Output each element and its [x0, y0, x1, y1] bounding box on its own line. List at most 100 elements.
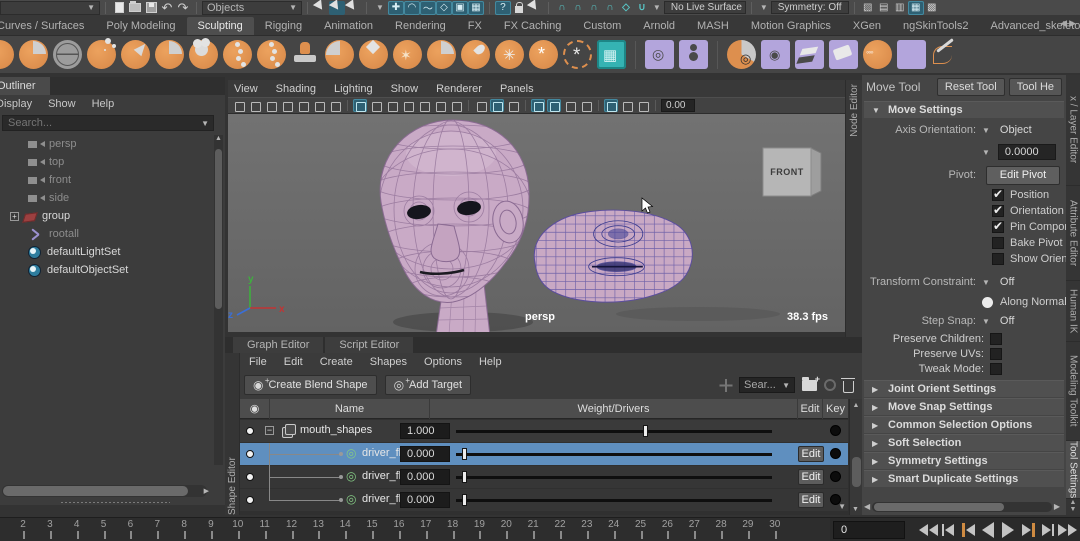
imprint-tool-icon[interactable] [291, 40, 320, 69]
edit-target-button[interactable]: Edit [798, 469, 824, 485]
reset-tool-button[interactable]: Reset Tool [936, 78, 1005, 96]
outliner-vertical-scrollbar[interactable]: ▲ [214, 135, 223, 465]
view-cube[interactable]: FRONT [762, 147, 822, 197]
textured-icon[interactable] [506, 99, 520, 112]
right-tab-tool-settings[interactable]: Tool Settings [1066, 441, 1080, 499]
bookmark-icon[interactable] [280, 99, 294, 112]
snap-curve-icon[interactable]: ∩ [570, 1, 586, 15]
expand-icon[interactable]: + [10, 211, 19, 221]
erase-target-icon[interactable] [829, 40, 858, 69]
weight-slider-track[interactable] [456, 499, 772, 502]
grid-icon[interactable] [353, 99, 367, 112]
frame-number[interactable]: 2 [12, 519, 34, 530]
weight-slider-handle[interactable] [462, 494, 468, 506]
scroll-up-icon[interactable]: ▲ [850, 399, 862, 409]
shape-editor-menu-file[interactable]: File [249, 356, 267, 368]
convert-to-frozen-icon[interactable] [597, 40, 626, 69]
frame-number[interactable]: 5 [93, 519, 115, 530]
step-forward-key-button[interactable] [1018, 520, 1038, 540]
shape-search-dropdown[interactable]: Sear... ▼ [739, 377, 795, 393]
wax-tool-icon[interactable] [325, 40, 354, 69]
frame-number[interactable]: 23 [576, 519, 598, 530]
weight-value-field[interactable]: 0.000 [400, 446, 450, 462]
weight-value-field[interactable]: 1.000 [400, 423, 450, 439]
sculpt-tool-icon[interactable] [0, 40, 14, 69]
scrollbar-thumb[interactable] [852, 457, 861, 487]
frame-number[interactable]: 4 [66, 519, 88, 530]
visibility-column-header[interactable]: ◉ [240, 398, 270, 419]
shelf-tab-rendering[interactable]: Rendering [384, 17, 457, 35]
shelf-tab-mash[interactable]: MASH [686, 17, 740, 35]
material-override-icon[interactable] [531, 99, 545, 112]
name-column-header[interactable]: Name [270, 398, 430, 419]
amplify-tool-icon[interactable] [529, 40, 558, 69]
shape-row-driver-flat1[interactable]: ◎ driver_flat1 0.000 Edit [240, 443, 848, 466]
frame-number[interactable]: 21 [522, 519, 544, 530]
symmetry-field[interactable]: Symmetry: Off [770, 1, 849, 14]
gate-mask-icon[interactable] [401, 99, 415, 112]
shape-row-driver-flat2[interactable]: ◎ driver_flat2 0.000 Edit [240, 466, 848, 489]
keyframe-toggle[interactable] [830, 425, 841, 436]
weight-slider-handle[interactable] [462, 471, 468, 483]
shelf-scroll-arrows[interactable]: ◀▶ [1060, 18, 1078, 29]
scrollbar-thumb[interactable] [3, 486, 188, 496]
keyframe-toggle[interactable] [830, 448, 841, 459]
highlight-select-icon[interactable] [526, 0, 544, 15]
frame-number[interactable]: 27 [683, 519, 705, 530]
checkbox-tweak-mode[interactable] [990, 362, 1002, 375]
relax-tool-icon[interactable] [53, 40, 82, 69]
repeat-tool-icon[interactable] [257, 40, 286, 69]
frame-number[interactable]: 6 [119, 519, 141, 530]
tool-help-button[interactable]: Tool He [1008, 78, 1062, 96]
scroll-up-icon[interactable]: ▲ [214, 135, 223, 142]
chevron-down-icon[interactable]: ▼ [982, 148, 990, 157]
scroll-right-icon[interactable]: ▶ [204, 487, 209, 495]
shape-editor-menu-edit[interactable]: Edit [284, 356, 303, 368]
right-tab-x-layer-editor[interactable]: x / Layer Editor [1066, 75, 1080, 186]
marking-menu-icon[interactable]: ▦ [467, 0, 484, 15]
shadows-icon[interactable] [563, 99, 577, 112]
chevron-down-icon[interactable]: ▼ [982, 317, 990, 326]
frame-number[interactable]: 22 [549, 519, 571, 530]
new-group-icon[interactable] [802, 374, 820, 391]
delete-icon[interactable] [841, 377, 855, 393]
fill-tool-icon[interactable] [393, 40, 422, 69]
axis-orientation-value[interactable]: Object [990, 124, 1032, 136]
frame-ruler[interactable]: 2 3 4 5 6 7 8 9 10 11 12 13 14 15 16 17 18 19 20 21 22 23 24 25… [0, 518, 830, 541]
checkbox-position[interactable] [992, 187, 1004, 201]
visibility-toggle[interactable] [246, 473, 254, 481]
frame-number[interactable]: 29 [737, 519, 759, 530]
weight-value-field[interactable]: 0.000 [400, 469, 450, 485]
smooth-shade-icon[interactable] [490, 99, 504, 112]
frame-number[interactable]: 8 [173, 519, 195, 530]
wireframe-icon[interactable] [474, 99, 488, 112]
section-soft-selection[interactable]: ▶ Soft Selection [864, 434, 1064, 451]
xray-icon[interactable] [620, 99, 634, 112]
pen-curve-icon[interactable] [931, 40, 960, 69]
render-settings-icon[interactable]: ▦ [907, 0, 924, 15]
right-tab-human-ik[interactable]: Human IK [1066, 281, 1080, 343]
frame-number[interactable]: 11 [254, 519, 276, 530]
select-object-icon[interactable] [328, 0, 346, 15]
film-gate-icon[interactable] [369, 99, 383, 112]
outliner-item-side[interactable]: side [0, 189, 212, 207]
plugin-shading-icon[interactable] [636, 99, 650, 112]
select-component-icon[interactable] [344, 0, 362, 15]
keyframe-toggle[interactable] [830, 471, 841, 482]
scroll-down-icon[interactable]: ▼ [852, 506, 859, 513]
weight-slider-handle[interactable] [462, 448, 468, 460]
play-backwards-button[interactable] [978, 520, 998, 540]
transform-constraint-value[interactable]: Off [990, 276, 1014, 288]
freeze-tool-icon[interactable] [563, 40, 592, 69]
safe-title-icon[interactable] [449, 99, 463, 112]
collapse-icon[interactable]: − [265, 426, 274, 435]
frame-number[interactable]: 20 [495, 519, 517, 530]
grab-tool-icon[interactable] [87, 38, 116, 69]
go-to-start-button[interactable] [918, 520, 938, 540]
snap-plane-icon[interactable]: ∩ [602, 1, 618, 15]
shape-editor-menu-help[interactable]: Help [479, 356, 502, 368]
weight-slider-track[interactable] [456, 476, 772, 479]
viewport-menu-panels[interactable]: Panels [500, 83, 534, 95]
visibility-toggle[interactable] [246, 450, 254, 458]
weight-slider-handle[interactable] [642, 425, 648, 437]
